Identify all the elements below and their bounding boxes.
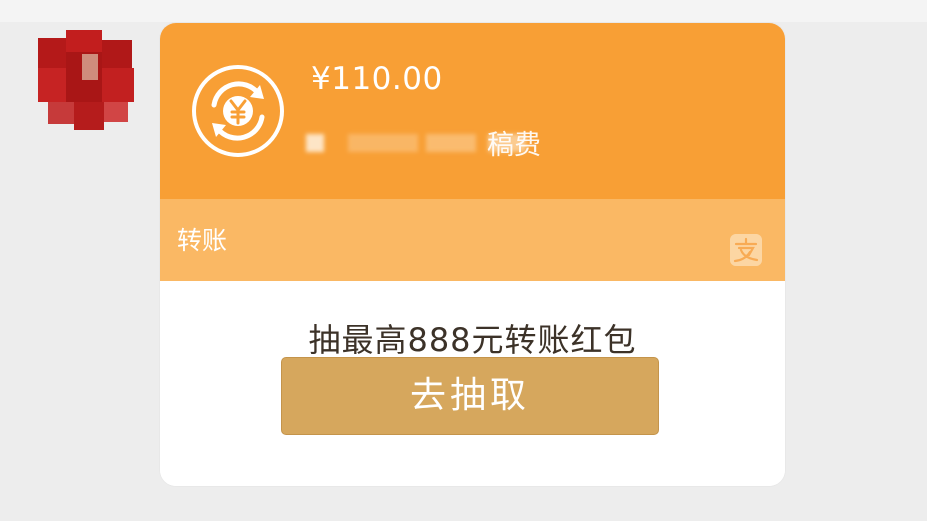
avatar[interactable] (38, 30, 138, 130)
transfer-remark: 稿费 (487, 130, 541, 161)
card-type-label: 转账 (177, 226, 228, 255)
alipay-icon (730, 234, 762, 266)
top-strip (0, 0, 927, 22)
card-type-strip (160, 199, 785, 281)
transfer-amount: ¥110.00 (311, 61, 443, 97)
promo-text: 抽最高888元转账红包 (308, 321, 637, 359)
draw-button[interactable]: 去抽取 (281, 357, 659, 435)
transfer-message-card[interactable]: ¥110.00 稿费 转账 抽最高888元转账红包 去抽取 (160, 23, 785, 486)
yen-exchange-icon (192, 65, 284, 157)
